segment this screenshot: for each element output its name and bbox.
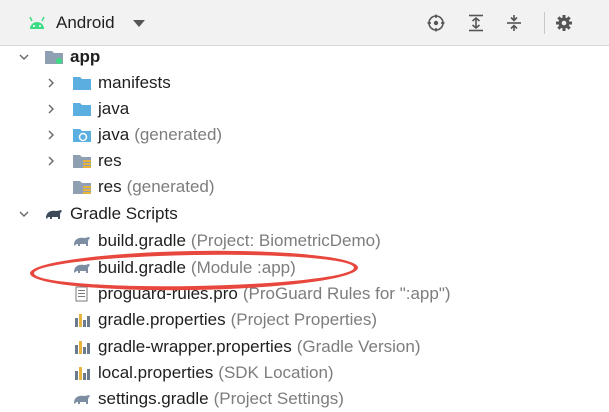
tree-item-hint: (Project Settings) xyxy=(213,389,344,408)
tree-item-manifests[interactable]: manifests xyxy=(72,70,171,96)
properties-file-icon xyxy=(75,314,90,327)
chevron-right-icon[interactable] xyxy=(46,156,56,166)
tree-item-hint: (Project: BiometricDemo) xyxy=(190,231,381,250)
tree-item-label: local.properties xyxy=(98,363,214,382)
tree-item-local-properties[interactable]: local.properties (SDK Location) xyxy=(72,360,334,386)
tree-item-gradle-wrapper-properties[interactable]: gradle-wrapper.properties (Gradle Versio… xyxy=(72,334,421,360)
folder-icon xyxy=(73,103,91,116)
tree-item-label: build.gradle xyxy=(98,231,186,250)
expand-all-icon[interactable] xyxy=(467,14,485,32)
generated-folder-icon xyxy=(73,129,91,142)
tree-item-hint: (SDK Location) xyxy=(218,363,334,382)
tree-item-gradle-scripts[interactable]: Gradle Scripts xyxy=(44,201,178,227)
resources-folder-icon xyxy=(73,155,91,168)
tree-item-hint: (Project Properties) xyxy=(230,310,378,329)
tree-item-label: java xyxy=(98,125,130,144)
tree-item-label: Gradle Scripts xyxy=(70,204,178,223)
settings-icon[interactable] xyxy=(555,14,573,32)
tree-item-hint: (Gradle Version) xyxy=(296,337,421,356)
tree-item-hint: (ProGuard Rules for ":app") xyxy=(242,284,451,303)
project-view-label: Android xyxy=(56,13,115,32)
toolbar-separator xyxy=(544,12,545,34)
module-folder-icon xyxy=(45,51,63,64)
tree-item-label: app xyxy=(70,47,101,66)
properties-file-icon xyxy=(75,367,90,380)
gradle-elephant-icon xyxy=(74,237,90,246)
tree-item-hint: (generated) xyxy=(134,125,223,144)
chevron-right-icon[interactable] xyxy=(46,104,56,114)
chevron-right-icon[interactable] xyxy=(46,130,56,140)
tree-item-res[interactable]: res xyxy=(72,148,122,174)
tree-item-java-generated[interactable]: java (generated) xyxy=(72,122,222,148)
tree-item-label: manifests xyxy=(98,73,171,92)
chevron-down-icon[interactable] xyxy=(19,52,29,62)
tree-item-label: res xyxy=(98,151,122,170)
text-file-icon xyxy=(75,286,88,302)
chevron-down-icon xyxy=(132,19,145,27)
tree-item-java[interactable]: java xyxy=(72,96,129,122)
tree-item-label: gradle.properties xyxy=(98,310,226,329)
gradle-elephant-icon xyxy=(46,210,62,219)
collapse-all-icon[interactable] xyxy=(505,14,523,32)
tree-item-gradle-properties[interactable]: gradle.properties (Project Properties) xyxy=(72,307,377,333)
tree-item-settings-gradle[interactable]: settings.gradle (Project Settings) xyxy=(72,386,344,412)
tree-item-label: settings.gradle xyxy=(98,389,209,408)
tree-item-label: java xyxy=(98,99,130,118)
project-view-dropdown[interactable]: Android xyxy=(28,11,145,35)
chevron-right-icon[interactable] xyxy=(46,78,56,88)
chevron-down-icon[interactable] xyxy=(19,209,29,219)
resources-folder-icon xyxy=(73,181,91,194)
gradle-elephant-icon xyxy=(74,395,90,404)
android-icon xyxy=(29,16,45,29)
tree-item-label: res xyxy=(98,177,122,196)
properties-file-icon xyxy=(75,341,90,354)
tree-item-label: gradle-wrapper.properties xyxy=(98,337,292,356)
tree-item-hint: (generated) xyxy=(126,177,215,196)
project-toolbar: Android xyxy=(0,0,609,46)
folder-icon xyxy=(73,77,91,90)
tree-item-res-generated[interactable]: res (generated) xyxy=(72,174,215,200)
locate-icon[interactable] xyxy=(427,14,445,32)
tree-item-app[interactable]: app xyxy=(44,44,100,70)
